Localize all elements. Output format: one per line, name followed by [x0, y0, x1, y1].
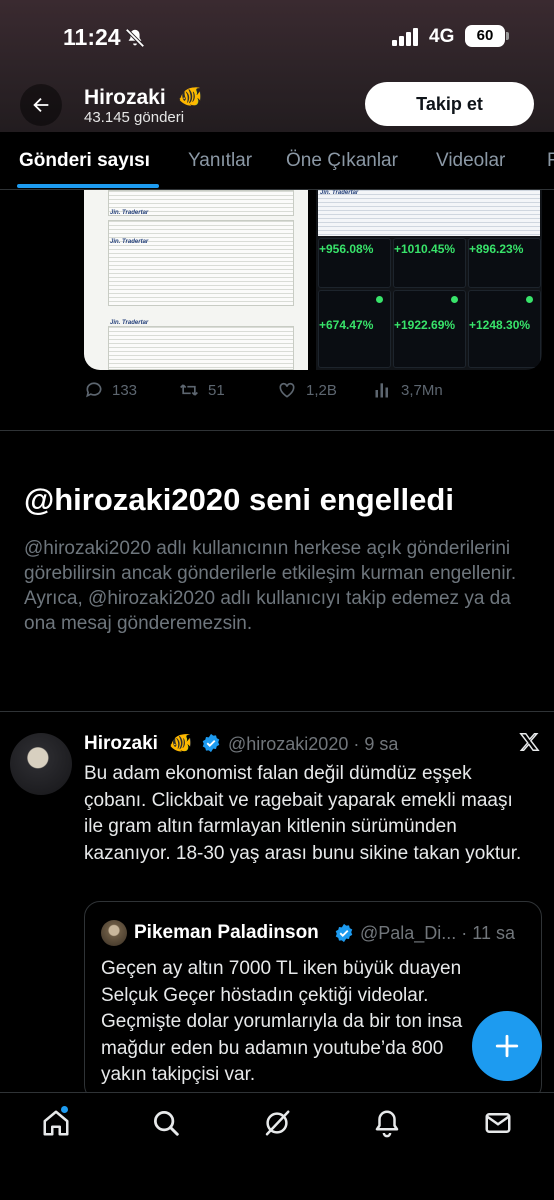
- post-image-pnl-cards[interactable]: Jin. Tradertar +956.08% +1010.45% +896.2…: [316, 190, 542, 370]
- repost-button[interactable]: 51: [178, 380, 225, 400]
- status-time: 11:24: [63, 24, 121, 50]
- tweet-handle-time[interactable]: @hirozaki2020 · 9 sa: [228, 734, 398, 755]
- profile-header: 11:24 4G 60 Hirozaki 🐠 43.145 gönderi Ta…: [0, 0, 554, 132]
- like-button[interactable]: 1,2B: [276, 380, 337, 400]
- status-dot: [526, 296, 533, 303]
- home-unread-dot: [61, 1106, 68, 1113]
- network-type: 4G: [429, 26, 455, 47]
- sheet-title: Jin. Tradertar: [110, 210, 149, 216]
- heart-icon: [279, 382, 295, 398]
- notifications-icon[interactable]: [372, 1108, 402, 1138]
- status-dot: [376, 296, 383, 303]
- messages-icon[interactable]: [483, 1108, 513, 1138]
- pnl-percent: +956.08%: [319, 242, 374, 256]
- pnl-percent: +674.47%: [319, 318, 374, 332]
- battery-cap: [506, 32, 509, 40]
- reply-button[interactable]: 133: [84, 380, 137, 400]
- pnl-percent: +1248.30%: [469, 318, 531, 332]
- tweet-author-emoji: 🐠: [169, 733, 193, 754]
- like-count: 1,2B: [306, 381, 337, 399]
- tab-posts[interactable]: Gönderi sayısı: [19, 150, 150, 172]
- tab-highlights[interactable]: Öne Çıkanlar: [286, 150, 398, 172]
- post-actions: 133 51 1,2B 3,7Mn: [84, 380, 544, 406]
- tab-replies[interactable]: Yanıtlar: [188, 150, 252, 172]
- compose-button[interactable]: [472, 1011, 542, 1081]
- grok-icon[interactable]: [262, 1108, 292, 1138]
- quote-text-line: Geçen ay altın 7000 TL iken büyük duayen: [101, 958, 462, 979]
- tweet-author-name[interactable]: Hirozaki: [84, 733, 158, 755]
- reply-icon: [86, 382, 102, 398]
- post-image-spreadsheet[interactable]: Jin. Tradertar Jin. Tradertar Jin. Trade…: [84, 190, 308, 370]
- tab-more[interactable]: F: [547, 150, 554, 172]
- back-button[interactable]: [20, 84, 62, 126]
- sheet-title: Jin. Tradertar: [320, 190, 359, 196]
- profile-tabs: Gönderi sayısı Yanıtlar Öne Çıkanlar Vid…: [0, 132, 554, 190]
- plus-icon: [495, 1034, 519, 1058]
- pnl-percent: +896.23%: [469, 242, 524, 256]
- quote-text-line: mağdur eden bu adamın youtube’da 800: [101, 1037, 444, 1059]
- sheet-title: Jin. Tradertar: [110, 320, 149, 326]
- analytics-icon: [375, 383, 388, 398]
- signal-icon: [392, 28, 418, 46]
- spreadsheet-block: [318, 190, 540, 236]
- pnl-percent: +1922.69%: [394, 318, 456, 332]
- quote-text-line: yakın takipçisi var.: [101, 1064, 256, 1085]
- reply-count: 133: [112, 381, 138, 399]
- verified-badge-icon: [335, 923, 353, 943]
- quote-text-line: Selçuk Geçer höstadın çektiği videolar.: [101, 984, 429, 1006]
- quote-text-line: Geçmişte dolar yorumlarıyla da bir ton i…: [101, 1011, 463, 1032]
- views-button[interactable]: 3,7Mn: [373, 380, 443, 400]
- blocked-description: @hirozaki2020 adlı kullanıcının herkese …: [24, 538, 517, 634]
- divider: [0, 711, 554, 712]
- x-logo-icon: [519, 733, 540, 751]
- quote-handle-time: @Pala_Di... · 11 sa: [360, 923, 516, 943]
- quote-text: Geçen ay altın 7000 TL iken büyük duayen…: [101, 956, 531, 1089]
- follow-button[interactable]: Takip et: [365, 82, 534, 126]
- spreadsheet-block: [108, 326, 294, 370]
- search-icon[interactable]: [151, 1108, 181, 1138]
- repost-count: 51: [208, 381, 225, 399]
- avatar[interactable]: [10, 733, 72, 795]
- pnl-percent: +1010.45%: [394, 242, 456, 256]
- profile-name: Hirozaki: [84, 86, 166, 109]
- repost-icon: [180, 384, 198, 396]
- view-count: 3,7Mn: [401, 381, 443, 399]
- home-icon[interactable]: [41, 1108, 71, 1138]
- status-dot: [451, 296, 458, 303]
- battery-icon: 60: [465, 25, 505, 47]
- blocked-title: @hirozaki2020 seni engelledi: [24, 482, 454, 517]
- tab-videos[interactable]: Videolar: [436, 150, 505, 172]
- sheet-title: Jin. Tradertar: [110, 239, 149, 245]
- quote-avatar: [101, 920, 127, 946]
- tweet-text: Bu adam ekonomist falan değil dümdüz eşş…: [84, 763, 522, 864]
- arrow-left-icon: [33, 97, 49, 113]
- profile-name-emoji: 🐠: [178, 86, 203, 108]
- post-count: 43.145 gönderi: [84, 109, 185, 126]
- divider: [0, 430, 554, 431]
- spreadsheet-block: [108, 220, 294, 306]
- active-tab-indicator: [17, 184, 159, 188]
- quoted-tweet[interactable]: Pikeman Paladinson @Pala_Di... · 11 sa G…: [84, 901, 542, 1101]
- verified-badge-icon: [202, 733, 220, 753]
- bell-off-icon: [125, 28, 145, 48]
- bottom-navigation: [0, 1092, 554, 1200]
- quote-author-name: Pikeman Paladinson: [134, 922, 319, 943]
